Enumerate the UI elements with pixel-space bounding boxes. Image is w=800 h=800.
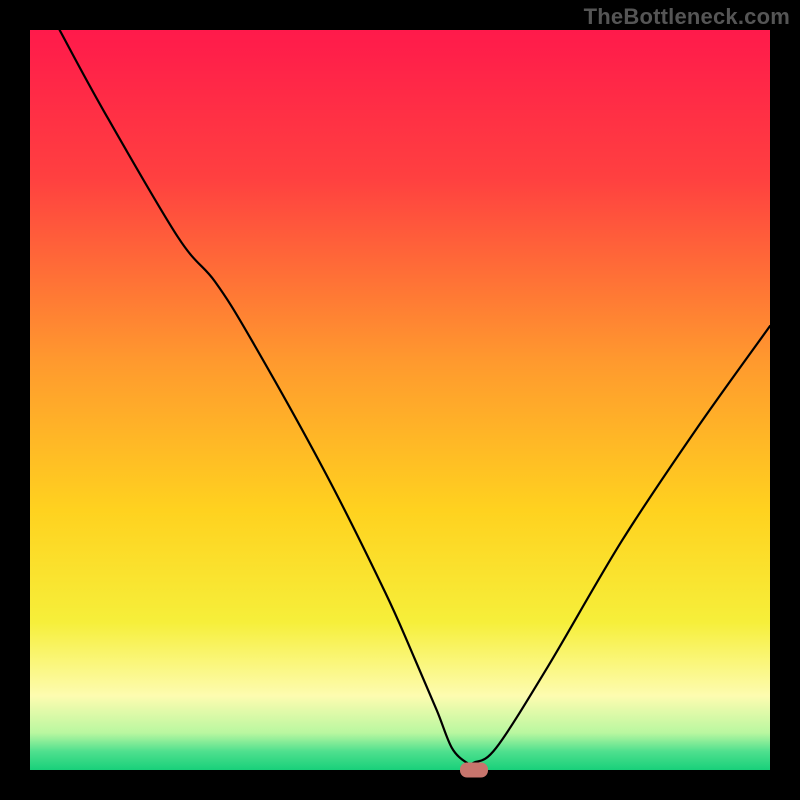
chart-svg	[30, 30, 770, 770]
gradient-background	[30, 30, 770, 770]
current-config-marker	[460, 763, 488, 778]
plot-area	[30, 30, 770, 770]
chart-frame: TheBottleneck.com	[0, 0, 800, 800]
watermark-text: TheBottleneck.com	[584, 4, 790, 30]
